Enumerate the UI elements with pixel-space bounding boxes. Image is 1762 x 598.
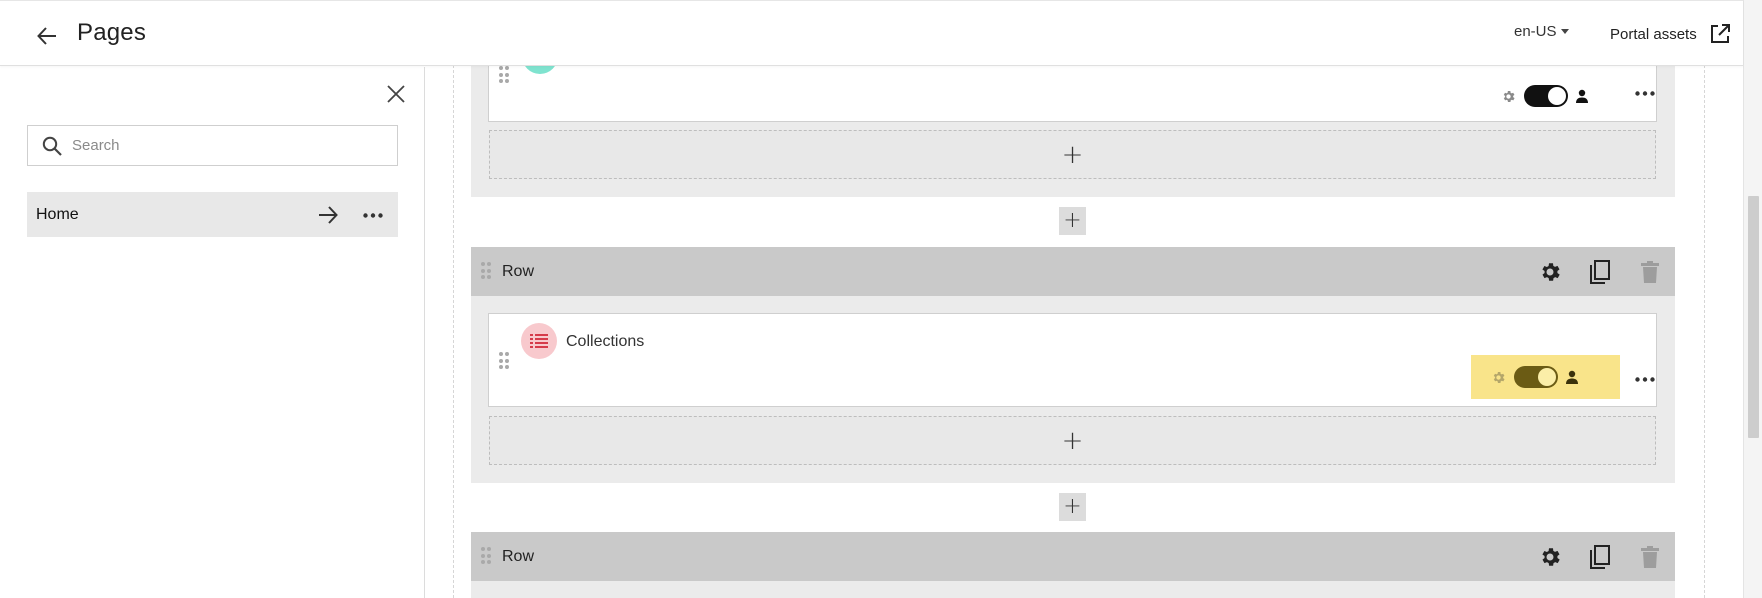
sidebar-item-label: Home	[36, 205, 79, 223]
arrow-left-icon	[37, 27, 56, 45]
component-card[interactable]	[488, 38, 1659, 122]
row-duplicate-button[interactable]	[1575, 247, 1625, 296]
caret-down-icon	[1560, 29, 1569, 34]
row-delete-button[interactable]	[1625, 532, 1675, 581]
copy-icon	[1590, 259, 1610, 284]
add-row-button[interactable]: +	[1059, 493, 1086, 521]
plus-icon: +	[1063, 494, 1082, 519]
row-tools	[1525, 247, 1675, 296]
gear-icon	[1542, 547, 1560, 566]
page-options-button[interactable]	[359, 204, 387, 226]
plus-icon: +	[1061, 139, 1084, 170]
page-title: Pages	[77, 19, 147, 46]
sidebar-item-home[interactable]: Home	[27, 192, 398, 237]
visibility-toggle[interactable]	[1514, 366, 1558, 388]
component-controls	[1493, 75, 1596, 117]
canvas-guide-right	[1704, 60, 1705, 598]
plus-icon: +	[1063, 208, 1082, 233]
drag-handle-icon[interactable]	[499, 66, 509, 84]
list-icon	[521, 323, 557, 359]
locale-dropdown[interactable]: en-US	[1514, 23, 1569, 40]
back-button[interactable]	[30, 21, 64, 51]
portal-assets-link[interactable]: Portal assets	[1610, 23, 1731, 45]
row-label: Row	[502, 262, 535, 280]
gear-icon[interactable]	[1501, 89, 1516, 104]
row-delete-button[interactable]	[1625, 247, 1675, 296]
plus-icon: +	[1061, 425, 1084, 456]
search-icon	[42, 136, 62, 156]
search-box	[27, 125, 398, 166]
open-page-button[interactable]	[316, 203, 340, 227]
close-sidebar-button[interactable]	[384, 82, 408, 106]
gear-icon[interactable]	[1491, 370, 1506, 385]
scrollbar-thumb[interactable]	[1748, 196, 1759, 438]
component-more-button[interactable]	[1631, 369, 1659, 389]
arrow-right-icon	[319, 206, 338, 224]
copy-icon	[1590, 544, 1610, 569]
add-component-zone[interactable]: +	[489, 416, 1656, 465]
row-label: Row	[502, 547, 535, 565]
add-component-zone[interactable]: +	[489, 130, 1656, 179]
more-horizontal-icon	[1635, 376, 1655, 382]
row-tools	[1525, 532, 1675, 581]
more-horizontal-icon	[363, 212, 383, 218]
drag-handle-icon[interactable]	[481, 262, 491, 280]
vertical-scrollbar[interactable]	[1743, 0, 1762, 598]
trash-icon	[1641, 545, 1659, 568]
component-more-button[interactable]	[1631, 83, 1659, 103]
close-icon	[387, 85, 405, 103]
add-row-button[interactable]: +	[1059, 207, 1086, 235]
canvas-guide-left	[453, 60, 454, 598]
more-horizontal-icon	[1635, 90, 1655, 96]
portal-assets-label: Portal assets	[1610, 25, 1697, 43]
locale-label: en-US	[1514, 23, 1557, 40]
pages-sidebar: Home	[0, 67, 425, 598]
row-settings-button[interactable]	[1525, 247, 1575, 296]
row-duplicate-button[interactable]	[1575, 532, 1625, 581]
drag-handle-icon[interactable]	[481, 547, 491, 565]
component-card-collections[interactable]: Collections	[488, 313, 1657, 407]
page-editor: Pages en-US Portal assets Home	[0, 0, 1762, 598]
trash-icon	[1641, 260, 1659, 283]
top-bar: Pages en-US Portal assets	[0, 0, 1743, 66]
search-input[interactable]	[72, 137, 372, 154]
external-link-icon	[1710, 24, 1730, 43]
gear-icon	[1542, 262, 1560, 281]
row-header: Row	[471, 247, 1675, 296]
component-label: Collections	[566, 333, 645, 350]
component-controls-highlighted	[1471, 355, 1620, 399]
drag-handle-icon[interactable]	[499, 352, 509, 370]
row-settings-button[interactable]	[1525, 532, 1575, 581]
user-icon[interactable]	[1566, 370, 1578, 384]
row-header: Row	[471, 532, 1675, 581]
user-icon[interactable]	[1576, 89, 1588, 103]
visibility-toggle[interactable]	[1524, 85, 1568, 107]
